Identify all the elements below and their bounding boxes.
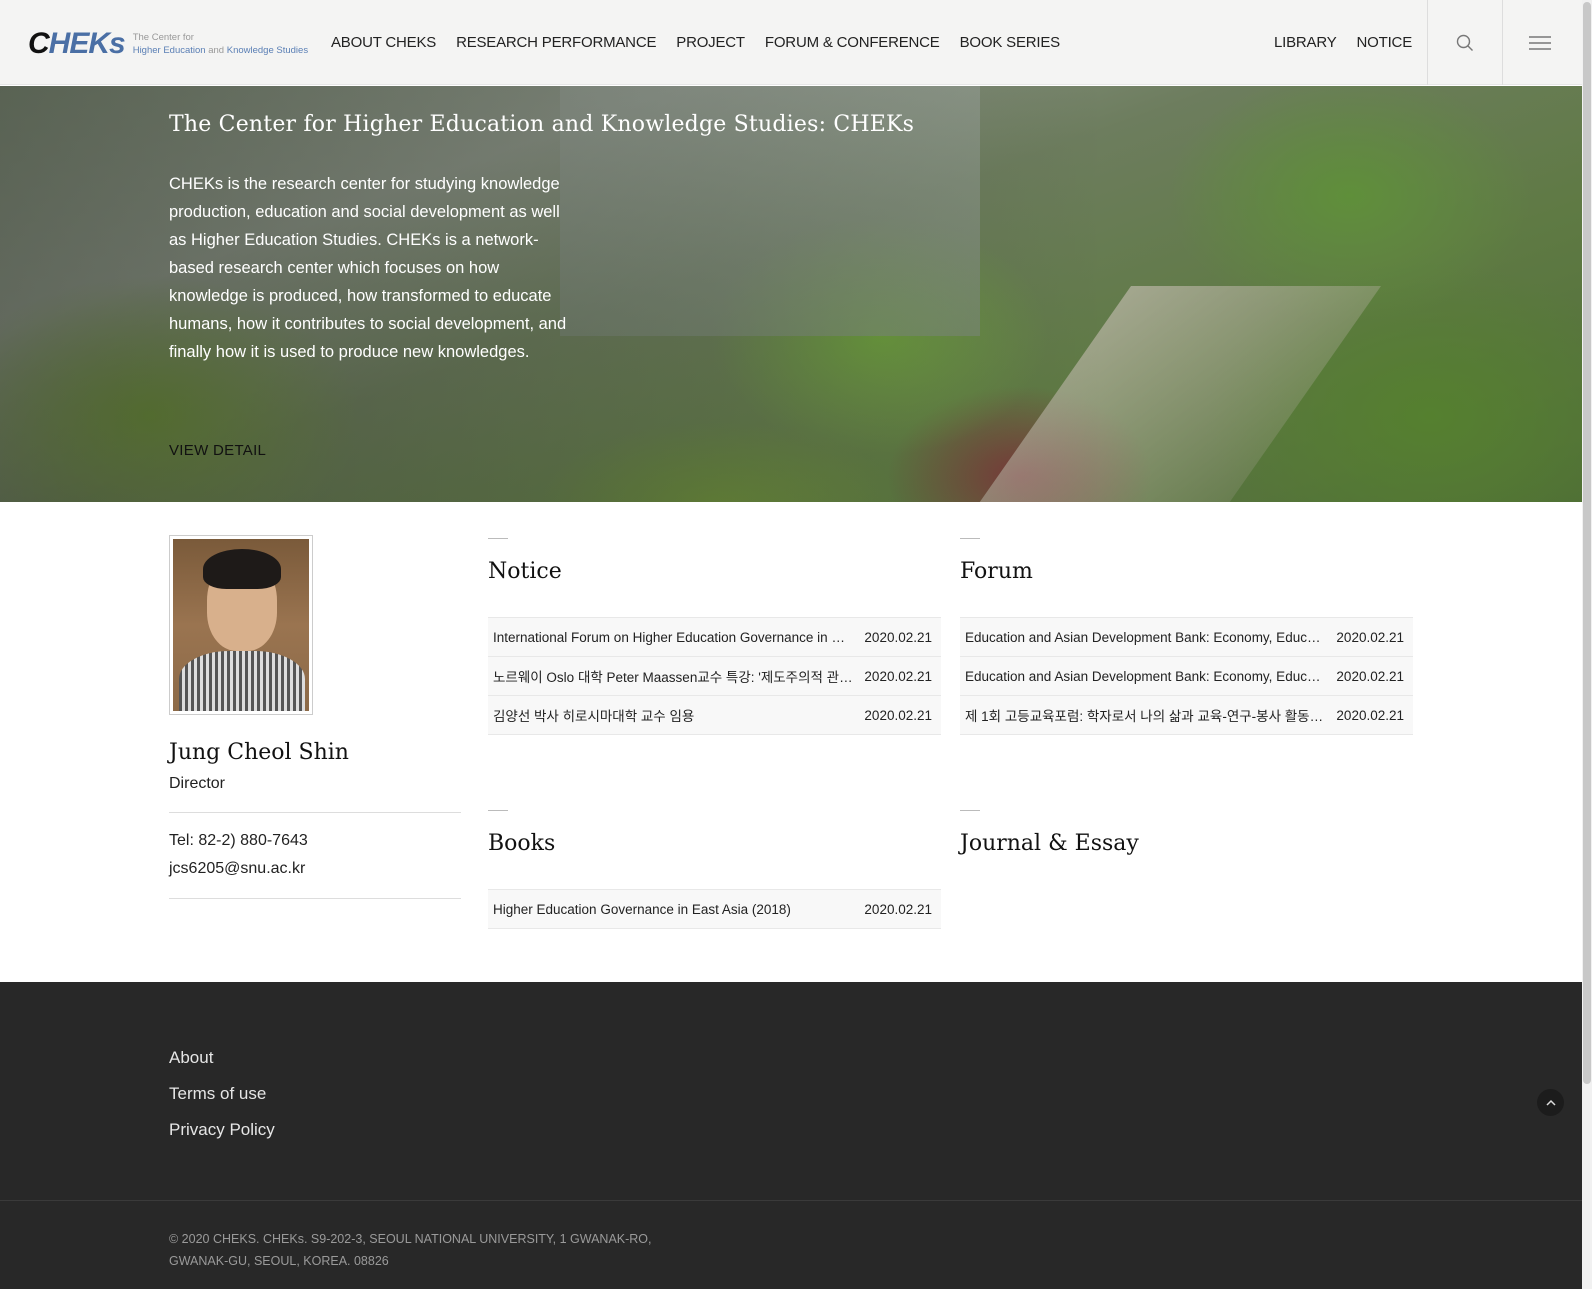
notice-title[interactable]: Notice — [488, 559, 941, 589]
item-title[interactable]: Education and Asian Development Bank: Ec… — [965, 669, 1325, 684]
logo-mark: CHEKs — [28, 27, 126, 60]
item-title[interactable]: 제 1회 고등교육포럼: 학자로서 나의 삶과 교육-연구-봉사 활동 (14'… — [965, 705, 1325, 725]
list-item[interactable]: 김양선 박사 히로시마대학 교수 임용 2020.02.21 — [488, 696, 941, 735]
main-nav: ABOUT CHEKS RESEARCH PERFORMANCE PROJECT… — [331, 34, 1060, 51]
item-date: 2020.02.21 — [1336, 668, 1404, 684]
board-dash — [488, 810, 508, 811]
board-dash — [960, 538, 980, 539]
list-item[interactable]: Education and Asian Development Bank: Ec… — [960, 618, 1413, 657]
list-item[interactable]: International Forum on Higher Education … — [488, 618, 941, 657]
back-to-top-button[interactable] — [1537, 1089, 1564, 1116]
hero-banner: The Center for Higher Education and Know… — [0, 86, 1582, 502]
hamburger-menu-icon — [1529, 35, 1551, 50]
footer-divider — [0, 1200, 1582, 1201]
scrollbar-thumb[interactable] — [1583, 2, 1591, 1084]
item-date: 2020.02.21 — [864, 629, 932, 645]
footer-copyright: © 2020 CHEKS. CHEKs. S9-202-3, SEOUL NAT… — [169, 1232, 652, 1268]
item-title[interactable]: International Forum on Higher Education … — [493, 630, 853, 645]
list-item[interactable]: Education and Asian Development Bank: Ec… — [960, 657, 1413, 696]
notice-list: International Forum on Higher Education … — [488, 617, 941, 735]
divider — [169, 898, 461, 899]
footer-link-terms[interactable]: Terms of use — [169, 1084, 266, 1104]
menu-button[interactable] — [1502, 0, 1577, 85]
item-title[interactable]: Higher Education Governance in East Asia… — [493, 902, 791, 917]
logo-line1: The Center for — [132, 32, 194, 43]
list-item[interactable]: 노르웨이 Oslo 대학 Peter Maassen교수 특강: '제도주의적 … — [488, 657, 941, 696]
logo-line2b: and — [208, 45, 225, 56]
nav-about-cheks[interactable]: ABOUT CHEKS — [331, 34, 436, 51]
footer-link-privacy[interactable]: Privacy Policy — [169, 1120, 275, 1140]
secondary-nav: LIBRARY NOTICE — [1274, 34, 1412, 51]
director-email[interactable]: jcs6205@snu.ac.kr — [169, 860, 305, 878]
item-title[interactable]: 김양선 박사 히로시마대학 교수 임용 — [493, 705, 694, 725]
nav-notice[interactable]: NOTICE — [1357, 34, 1413, 51]
logo-text: The Center for Higher Education and Know… — [133, 31, 308, 57]
nav-forum-conference[interactable]: FORUM & CONFERENCE — [765, 34, 940, 51]
list-item[interactable]: Higher Education Governance in East Asia… — [488, 890, 941, 929]
site-header: CHEKs The Center for Higher Education an… — [0, 0, 1582, 85]
hero-description: CHEKs is the research center for studyin… — [169, 175, 567, 361]
item-date: 2020.02.21 — [864, 707, 932, 723]
footer-link-about[interactable]: About — [169, 1048, 213, 1068]
chevron-up-icon — [1545, 1099, 1556, 1106]
forum-board: Forum Education and Asian Development Ba… — [960, 538, 1413, 735]
director-photo — [169, 535, 313, 715]
site-footer: About Terms of use Privacy Policy © 2020… — [0, 982, 1582, 1289]
search-button[interactable] — [1427, 0, 1502, 85]
nav-project[interactable]: PROJECT — [676, 34, 745, 51]
journal-board: Journal & Essay — [960, 810, 1413, 861]
portrait-shirt — [179, 651, 305, 711]
forum-list: Education and Asian Development Bank: Ec… — [960, 617, 1413, 735]
hero-title: The Center for Higher Education and Know… — [169, 112, 915, 137]
books-list: Higher Education Governance in East Asia… — [488, 889, 941, 929]
logo-line2c: Knowledge Studies — [226, 45, 309, 56]
view-detail-link[interactable]: VIEW DETAIL — [169, 442, 266, 459]
notice-board: Notice International Forum on Higher Edu… — [488, 538, 941, 735]
journal-title[interactable]: Journal & Essay — [960, 831, 1413, 861]
item-date: 2020.02.21 — [864, 668, 932, 684]
director-role: Director — [169, 775, 226, 792]
director-portrait — [173, 539, 309, 711]
page-scrollbar[interactable] — [1582, 0, 1592, 1289]
books-board: Books Higher Education Governance in Eas… — [488, 810, 941, 929]
nav-research-performance[interactable]: RESEARCH PERFORMANCE — [456, 34, 656, 51]
site-logo[interactable]: CHEKs The Center for Higher Education an… — [28, 26, 308, 62]
item-title[interactable]: 노르웨이 Oslo 대학 Peter Maassen교수 특강: '제도주의적 … — [493, 666, 853, 686]
logo-line2a: Higher Education — [132, 45, 206, 56]
item-date: 2020.02.21 — [1336, 707, 1404, 723]
item-title[interactable]: Education and Asian Development Bank: Ec… — [965, 630, 1325, 645]
divider — [169, 812, 461, 813]
item-date: 2020.02.21 — [864, 901, 932, 917]
director-tel: Tel: 82-2) 880-7643 — [169, 832, 308, 849]
board-dash — [488, 538, 508, 539]
board-dash — [960, 810, 980, 811]
search-icon — [1456, 34, 1473, 51]
forum-title[interactable]: Forum — [960, 559, 1413, 589]
director-name: Jung Cheol Shin — [169, 740, 349, 765]
list-item[interactable]: 제 1회 고등교육포럼: 학자로서 나의 삶과 교육-연구-봉사 활동 (14'… — [960, 696, 1413, 735]
portrait-hair — [203, 549, 281, 589]
nav-book-series[interactable]: BOOK SERIES — [960, 34, 1061, 51]
books-title[interactable]: Books — [488, 831, 941, 861]
item-date: 2020.02.21 — [1336, 629, 1404, 645]
nav-library[interactable]: LIBRARY — [1274, 34, 1337, 51]
